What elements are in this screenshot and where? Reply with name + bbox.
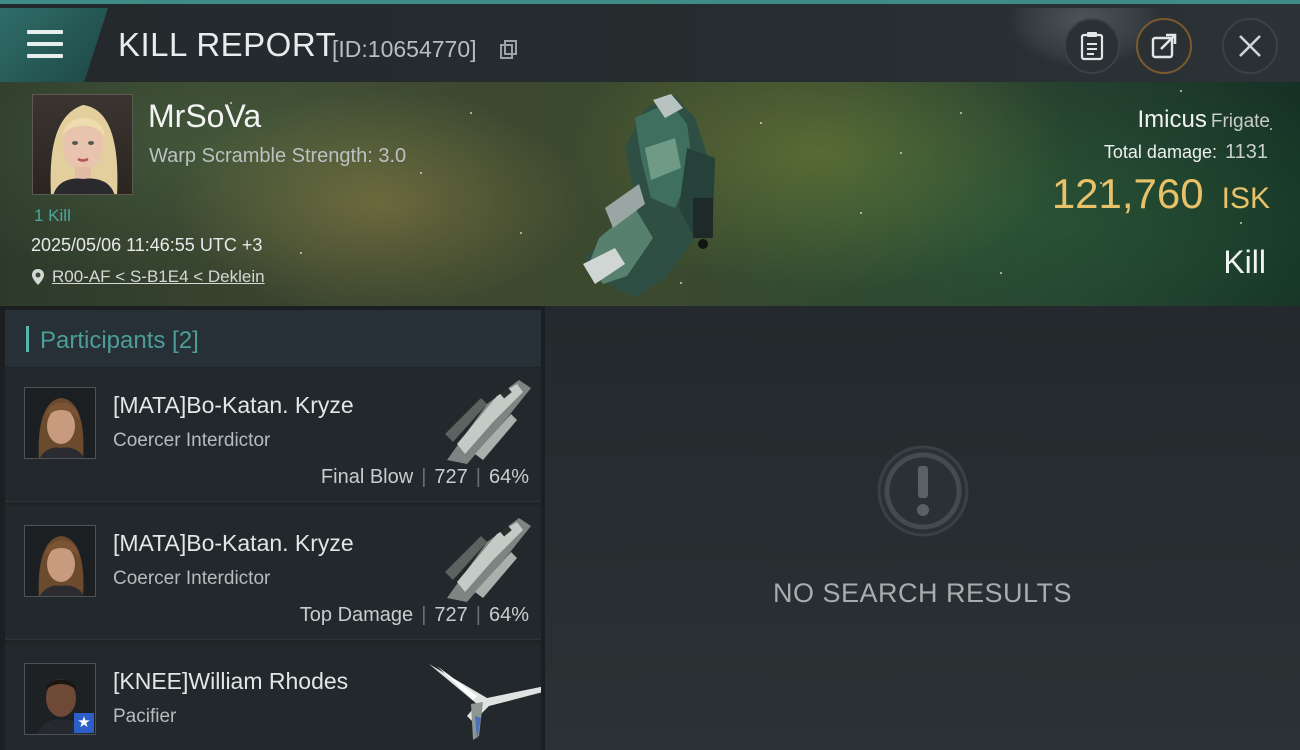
page-title: KILL REPORT xyxy=(118,26,337,63)
kill-location[interactable]: R00-AF < S-B1E4 < Deklein xyxy=(31,267,265,287)
participant-portrait-image xyxy=(25,388,95,458)
total-damage-label: Total damage: xyxy=(1103,142,1217,162)
no-results-text: NO SEARCH RESULTS xyxy=(772,578,1073,608)
isk-value: 121,760 ISK xyxy=(1052,170,1270,218)
warp-scramble-strength: Warp Scramble Strength: 3.0 xyxy=(149,145,407,167)
menu-button[interactable] xyxy=(0,8,108,82)
kill-datetime: 2025/05/06 11:46:55 UTC +3 xyxy=(31,235,263,255)
victim-ship-name: Imicus xyxy=(1137,106,1207,133)
participant-stats: Top Damage | 727 | 64% xyxy=(299,604,529,626)
participant-portrait-image xyxy=(25,526,95,596)
participants-panel: Participants [2] [MATA]Bo-Katan. Kryze C… xyxy=(5,310,541,750)
clipboard-icon xyxy=(1080,32,1104,61)
export-icon xyxy=(1151,33,1177,59)
participant-damage: 727 xyxy=(434,604,468,626)
participant-portrait[interactable] xyxy=(24,525,96,597)
location-link[interactable]: R00-AF < S-B1E4 < Deklein xyxy=(52,267,265,287)
victim-ship-class: Frigate xyxy=(1210,111,1270,132)
participant-percent: 64% xyxy=(488,604,529,626)
results-panel: NO SEARCH RESULTS xyxy=(545,306,1300,750)
participant-portrait[interactable]: ★ xyxy=(24,663,96,735)
participant-damage: 727 xyxy=(434,466,468,488)
participants-title: Participants [2] xyxy=(40,327,199,354)
export-button[interactable] xyxy=(1136,18,1192,74)
participant-row[interactable]: ★ [KNEE]William Rhodes Pacifier xyxy=(5,644,541,750)
kill-count: 1 Kill xyxy=(34,206,71,225)
participant-portrait[interactable] xyxy=(24,387,96,459)
total-damage: Total damage: 1131 xyxy=(1104,141,1268,164)
victim-ship: Imicus Frigate xyxy=(1138,106,1270,134)
participant-row[interactable]: [MATA]Bo-Katan. Kryze Coercer Interdicto… xyxy=(5,368,541,502)
location-pin-icon xyxy=(32,269,44,285)
participant-ship-image xyxy=(445,380,531,464)
victim-banner: MrSoVa Warp Scramble Strength: 3.0 1 Kil… xyxy=(0,82,1300,306)
participant-ship: Coercer Interdictor xyxy=(113,430,271,451)
victim-name: MrSoVa xyxy=(148,98,262,134)
exclamation-icon xyxy=(877,445,969,537)
copy-icon[interactable] xyxy=(500,40,518,60)
isk-unit: ISK xyxy=(1221,182,1270,215)
participant-name: [KNEE]William Rhodes xyxy=(113,668,349,694)
victim-ship-image xyxy=(583,94,715,298)
participant-tag: Top Damage xyxy=(299,604,414,626)
participant-name: [MATA]Bo-Katan. Kryze xyxy=(113,392,354,418)
participant-ship-image xyxy=(429,664,541,740)
participants-header: Participants [2] xyxy=(5,310,541,367)
victim-portrait[interactable] xyxy=(32,94,133,195)
clipboard-button[interactable] xyxy=(1064,18,1120,74)
report-id: [ID:10654770] xyxy=(332,36,477,62)
participant-tag: Final Blow xyxy=(320,466,414,488)
kill-result: Kill xyxy=(1223,244,1266,280)
star-badge-icon: ★ xyxy=(74,713,94,733)
participant-ship: Pacifier xyxy=(113,706,177,727)
close-button[interactable] xyxy=(1222,18,1278,74)
participant-ship: Coercer Interdictor xyxy=(113,568,271,589)
participant-row[interactable]: [MATA]Bo-Katan. Kryze Coercer Interdicto… xyxy=(5,506,541,640)
menu-icon xyxy=(27,30,63,58)
participant-stats: Final Blow | 727 | 64% xyxy=(320,466,529,488)
victim-portrait-image xyxy=(50,105,118,194)
participant-ship-image xyxy=(445,518,531,602)
close-icon xyxy=(1239,35,1261,57)
total-damage-value: 1131 xyxy=(1224,141,1268,163)
participants-header-accent xyxy=(26,326,29,352)
header-bar: KILL REPORT [ID:10654770] xyxy=(0,4,1300,82)
isk-amount: 121,760 xyxy=(1051,170,1204,217)
participant-percent: 64% xyxy=(488,466,529,488)
participant-name: [MATA]Bo-Katan. Kryze xyxy=(113,530,354,556)
